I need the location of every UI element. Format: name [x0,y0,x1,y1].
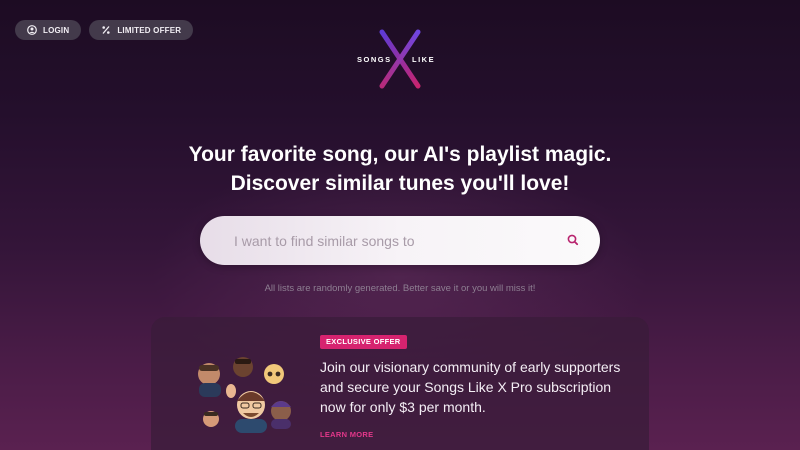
limited-offer-label: LIMITED OFFER [117,25,182,35]
login-label: LOGIN [43,25,70,35]
hero-line-2: Discover similar tunes you'll love! [230,172,570,195]
login-button[interactable]: LOGIN [15,20,82,40]
random-list-note: All lists are randomly generated. Better… [264,283,536,294]
limited-offer-button[interactable]: LIMITED OFFER [89,20,194,40]
exclusive-offer-card: EXCLUSIVE OFFER Join our visionary commu… [151,317,649,450]
exclusive-offer-badge: EXCLUSIVE OFFER [320,335,407,349]
offer-description: Join our visionary community of early su… [320,359,621,415]
search-icon[interactable] [566,233,580,247]
hero-headline: Your favorite song, our AI's playlist ma… [0,140,800,198]
percent-icon [101,25,111,35]
search-input[interactable] [232,231,556,250]
search-bar [200,216,600,265]
user-circle-icon [27,25,37,35]
top-left-nav: LOGIN LIMITED OFFER [15,20,194,40]
logo-word-songs: SONGS [357,55,392,64]
community-avatars-image [191,347,301,437]
learn-more-link[interactable]: LEARN MORE [320,430,373,439]
hero-line-1: Your favorite song, our AI's playlist ma… [188,143,612,166]
songs-like-x-logo[interactable]: SONGS LIKE [357,28,443,90]
logo-word-like: LIKE [412,55,436,64]
